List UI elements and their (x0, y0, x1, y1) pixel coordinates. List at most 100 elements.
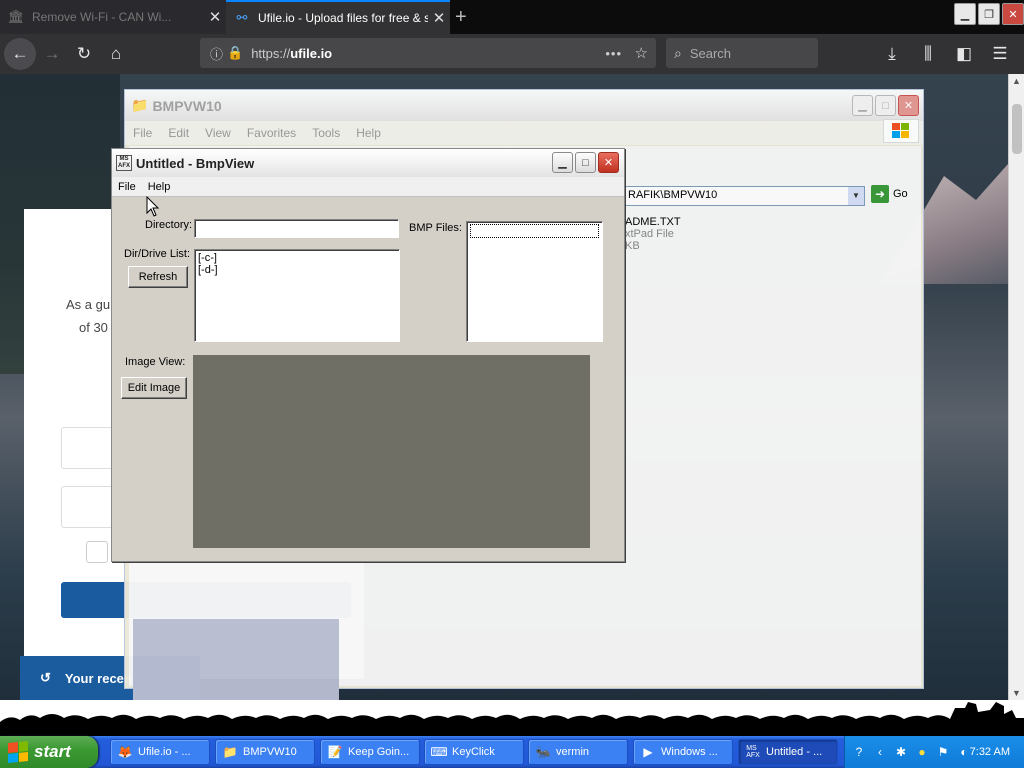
home-button[interactable]: ⌂ (100, 38, 132, 70)
task-label: Ufile.io - ... (138, 746, 191, 758)
library-icon[interactable]: ⫼ (912, 38, 944, 70)
scroll-up-icon[interactable]: ▲ (1012, 76, 1021, 86)
page-actions-icon[interactable]: ••• (605, 46, 622, 61)
close-button[interactable]: ✕ (898, 95, 919, 116)
minimize-button[interactable]: ▁ (852, 95, 873, 116)
info-icon[interactable]: ⓘ (210, 44, 223, 63)
explorer-window-controls: ▁ □ ✕ (852, 95, 919, 116)
explorer-menu-bar: File Edit View Favorites Tools Help (125, 119, 923, 145)
file-item[interactable]: ADME.TXT xtPad File KB (625, 216, 825, 252)
start-button[interactable]: start (0, 736, 98, 768)
maximize-button[interactable]: □ (575, 152, 596, 173)
clock: 7:32 AM (969, 746, 1010, 758)
list-item[interactable]: [-c-] (198, 252, 396, 264)
drive-list[interactable]: [-c-] [-d-] (194, 249, 400, 342)
list-focus-rect (470, 224, 599, 238)
firefox-icon: 🦊 (117, 745, 133, 759)
refresh-button[interactable]: Refresh (128, 266, 188, 288)
directory-input[interactable] (194, 219, 399, 238)
bmp-files-list[interactable] (466, 221, 603, 342)
menu-edit[interactable]: Edit (160, 126, 197, 140)
restore-button[interactable]: ❐ (978, 3, 1000, 25)
task-label: BMPVW10 (243, 746, 297, 758)
bmp-files-label: BMP Files: (409, 222, 462, 234)
chevron-down-icon[interactable]: ▼ (848, 187, 864, 205)
task-button-windows-media[interactable]: ▶ Windows ... (633, 739, 733, 765)
task-button-bmpview[interactable]: MS AFX Untitled - ... (738, 739, 838, 765)
decorative-strip (0, 700, 1024, 736)
bmpview-window: MS AFX Untitled - BmpView ▁ □ ✕ File Help… (111, 148, 625, 562)
task-button-ufile[interactable]: 🦊 Ufile.io - ... (110, 739, 210, 765)
ufile-icon: ⚯ (236, 10, 248, 25)
file-size: KB (625, 240, 640, 252)
close-icon[interactable]: ✕ (204, 8, 226, 26)
browser-window-controls: ▁ ❐ ✕ (954, 3, 1024, 25)
download-icon[interactable]: ⤓ (876, 38, 908, 70)
address-field[interactable]: RAFIK\BMPVW10 ▼ (625, 186, 865, 206)
close-icon[interactable]: ✕ (428, 9, 450, 27)
new-tab-button[interactable]: + (455, 6, 467, 29)
toolbar-right: ⤓ ⫼ ◧ ☰ (876, 38, 1016, 70)
task-button-keepgoing[interactable]: 📝 Keep Goin... (320, 739, 420, 765)
recent-label: Your recen (64, 670, 132, 686)
browser-tab-1[interactable]: 🏛 Remove Wi-Fi - CAN Wi... ✕ (0, 0, 226, 34)
maximize-button[interactable]: □ (875, 95, 896, 116)
minimize-button[interactable]: ▁ (552, 152, 573, 173)
url-bar[interactable]: ⓘ 🔒 https:// ufile.io ••• ☆ (200, 38, 656, 68)
task-button-bmpvw10[interactable]: 📁 BMPVW10 (215, 739, 315, 765)
back-button[interactable]: ← (4, 38, 36, 70)
tray-expand-icon[interactable]: ‹ (872, 744, 888, 760)
search-placeholder: Search (689, 45, 732, 61)
cursor-icon (146, 196, 160, 217)
search-input[interactable]: ⌕ Search (666, 38, 818, 68)
help-icon[interactable]: ? (851, 744, 867, 760)
system-tray: ? ‹ ✱ ● ⚑ ◐ 7:32 AM (844, 736, 1024, 768)
menu-tools[interactable]: Tools (304, 126, 348, 140)
windows-logo-icon (883, 119, 919, 143)
mfc-app-icon: MS AFX (116, 155, 132, 171)
task-button-keyclick[interactable]: ⌨ KeyClick (424, 739, 524, 765)
minimize-button[interactable]: ▁ (954, 3, 976, 25)
menu-file[interactable]: File (125, 126, 160, 140)
menu-favorites[interactable]: Favorites (239, 126, 304, 140)
notepad-icon: 📝 (327, 745, 343, 759)
menu-icon[interactable]: ☰ (984, 38, 1016, 70)
browser-nav-bar: ← → ↻ ⌂ ⓘ 🔒 https:// ufile.io ••• ☆ ⌕ Se… (0, 34, 1024, 74)
menu-help[interactable]: Help (142, 181, 177, 193)
browser-tab-2[interactable]: ⚯ Ufile.io - Upload files for free & sh … (226, 0, 450, 34)
explorer-title-bar[interactable]: 📁 BMPVW10 (125, 90, 923, 121)
task-label: vermin (556, 746, 590, 758)
go-arrow-icon: ➜ (871, 185, 889, 203)
sidebar-icon[interactable]: ◧ (948, 38, 980, 70)
close-window-button[interactable]: ✕ (1002, 3, 1024, 25)
menu-help[interactable]: Help (348, 126, 389, 140)
task-label: KeyClick (452, 746, 495, 758)
lock-icon[interactable]: 🔒 (227, 45, 243, 61)
forward-button[interactable]: → (36, 38, 68, 70)
scroll-down-icon[interactable]: ▼ (1012, 688, 1021, 698)
explorer-title: BMPVW10 (152, 97, 222, 114)
menu-view[interactable]: View (197, 126, 239, 140)
card-text: As a gu (66, 297, 111, 312)
go-button[interactable]: ➜ Go (871, 185, 908, 203)
image-view-label: Image View: (125, 356, 186, 368)
reload-button[interactable]: ↻ (68, 38, 100, 70)
card-checkbox[interactable] (86, 541, 108, 563)
close-button[interactable]: ✕ (598, 152, 619, 173)
scroll-thumb[interactable] (1012, 104, 1022, 154)
edit-image-button[interactable]: Edit Image (121, 377, 187, 399)
task-label: Windows ... (661, 746, 718, 758)
bookmark-star-icon[interactable]: ☆ (635, 44, 648, 62)
bmpview-title-bar[interactable]: MS AFX Untitled - BmpView (112, 149, 624, 177)
list-item[interactable]: [-d-] (198, 264, 396, 276)
task-button-vermin[interactable]: 🐜 vermin (528, 739, 628, 765)
vermin-icon: 🐜 (535, 745, 551, 759)
page-scrollbar[interactable]: ▲ ▼ (1008, 74, 1024, 700)
tray-app-icon[interactable]: ⚑ (935, 744, 951, 760)
tray-app-icon[interactable]: ✱ (893, 744, 909, 760)
taskbar: start 🦊 Ufile.io - ... 📁 BMPVW10 📝 Keep … (0, 736, 1024, 768)
menu-file[interactable]: File (112, 181, 142, 193)
tray-app-icon[interactable]: ● (914, 744, 930, 760)
address-value: RAFIK\BMPVW10 (628, 189, 718, 201)
mfc-icon: MS AFX (746, 745, 760, 759)
